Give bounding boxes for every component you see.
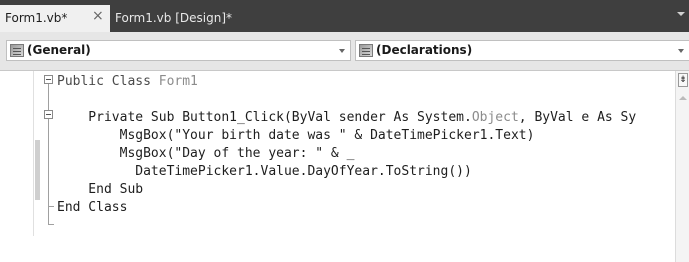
code-line-5: MsgBox("Day of the year: " & _ <box>57 146 355 161</box>
collapse-class-icon[interactable] <box>44 75 53 84</box>
code-editor[interactable]: Public Class Form1 Private Sub Button1_C… <box>0 71 689 262</box>
tab-form1-vb[interactable]: Form1.vb* × <box>0 5 110 32</box>
code-line-8: End Class <box>57 200 128 215</box>
code-line-4: MsgBox("Your birth date was " & DateTime… <box>57 128 535 143</box>
method-name-combo[interactable]: (Declarations) <box>355 40 689 61</box>
tab-form1-vb-label: Form1.vb* <box>5 11 68 25</box>
document-tab-bar: Form1.vb* × Form1.vb [Design]* <box>0 0 689 32</box>
class-name-combo-value: (General) <box>27 43 91 57</box>
code-line-6: DateTimePicker1.Value.DayOfYear.ToString… <box>57 164 472 179</box>
close-icon[interactable]: × <box>92 8 104 24</box>
code-line-3: Private Sub Button1_Click(ByVal sender A… <box>57 110 637 125</box>
outline-sub-end-tick <box>48 206 54 207</box>
declarations-icon <box>359 44 373 57</box>
split-window-icon[interactable]: ⇟ <box>678 73 688 87</box>
tab-form1-design-label: Form1.vb [Design]* <box>115 11 233 25</box>
collapse-sub-icon[interactable] <box>44 110 53 119</box>
code-line-1: Public Class Form1 <box>57 74 198 89</box>
code-line-7: End Sub <box>57 182 144 197</box>
outline-end-tick <box>48 224 54 225</box>
chevron-down-icon[interactable] <box>678 49 684 53</box>
navigation-bar: (General) (Declarations) <box>0 32 689 71</box>
outline-line-sub <box>48 119 49 206</box>
class-name-combo[interactable]: (General) <box>6 40 351 61</box>
gutter-divider <box>33 71 34 236</box>
scroll-up-icon[interactable] <box>679 96 687 100</box>
change-tracking-bar <box>35 140 40 200</box>
tab-form1-design[interactable]: Form1.vb [Design]* <box>112 5 252 32</box>
chevron-down-icon[interactable] <box>339 49 345 53</box>
method-name-combo-value: (Declarations) <box>376 43 473 57</box>
tab-list-dropdown-icon[interactable] <box>677 12 685 16</box>
general-icon <box>10 44 24 57</box>
